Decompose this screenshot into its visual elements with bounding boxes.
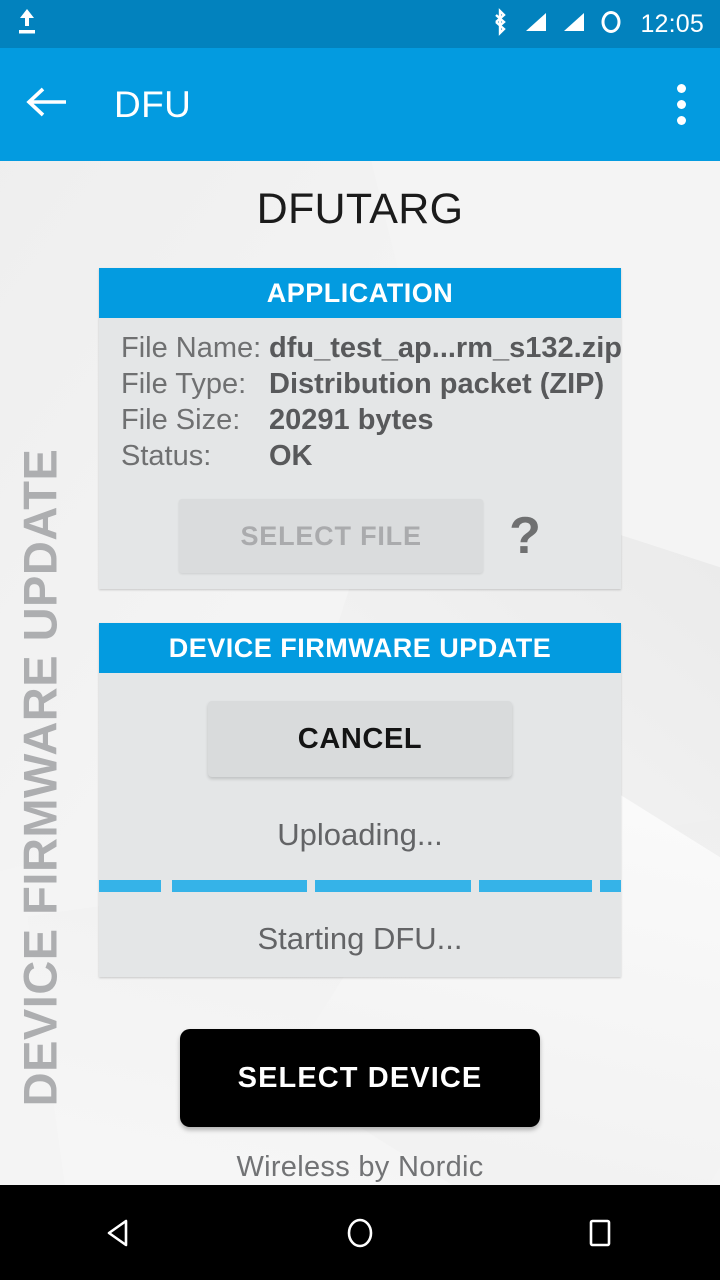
application-card-body: File Name: dfu_test_ap...rm_s132.zip Fil… <box>99 318 622 589</box>
progress-segment <box>99 880 161 892</box>
page-title: DFUTARG <box>256 185 464 233</box>
signal-icon-1 <box>522 7 548 42</box>
file-info-list: File Name: dfu_test_ap...rm_s132.zip Fil… <box>99 332 622 473</box>
cancel-row: CANCEL <box>99 701 621 777</box>
help-icon[interactable]: ? <box>509 510 541 562</box>
dfu-status-text: Starting DFU... <box>257 921 463 956</box>
file-info-row: File Type: Distribution packet (ZIP) <box>121 368 604 401</box>
status-bar-clock: 12:05 <box>640 9 704 38</box>
file-info-row: File Name: dfu_test_ap...rm_s132.zip <box>121 332 622 365</box>
progress-gap <box>592 880 600 892</box>
home-nav-icon[interactable] <box>300 1185 420 1280</box>
cancel-button[interactable]: CANCEL <box>208 701 512 777</box>
application-card: APPLICATION File Name: dfu_test_ap...rm_… <box>99 268 622 589</box>
battery-icon <box>598 7 624 42</box>
upload-status-text: Uploading... <box>277 817 443 852</box>
overflow-menu-icon[interactable] <box>667 76 696 133</box>
progress-gap <box>307 880 315 892</box>
select-device-button[interactable]: SELECT DEVICE <box>180 1029 540 1127</box>
dfu-card-header: DEVICE FIRMWARE UPDATE <box>99 623 621 673</box>
toolbar-title: DFU <box>114 83 192 125</box>
select-file-button[interactable]: SELECT FILE <box>179 499 484 573</box>
file-status-value: OK <box>269 440 313 472</box>
select-file-row: SELECT FILE ? <box>99 499 621 573</box>
progress-segment <box>172 880 307 892</box>
dfu-card: DEVICE FIRMWARE UPDATE CANCEL Uploading.… <box>99 623 621 977</box>
progress-gap <box>471 880 479 892</box>
status-bar-left-icons <box>16 7 38 42</box>
app-screen: 12:05 DFU DEVICE FIRMWARE UPDATE DFUTARG… <box>0 0 720 1280</box>
file-size-value: 20291 bytes <box>269 404 434 436</box>
dfu-card-body: CANCEL Uploading... Starting DFU... <box>99 673 621 977</box>
file-size-label: File Size: <box>121 404 241 436</box>
footer-text: Wireless by Nordic <box>236 1151 484 1183</box>
file-info-row: File Size: 20291 bytes <box>121 404 599 437</box>
back-arrow-icon[interactable] <box>24 85 68 124</box>
application-card-header: APPLICATION <box>99 268 621 318</box>
recents-nav-icon[interactable] <box>540 1185 660 1280</box>
app-toolbar: DFU <box>0 48 720 161</box>
upload-icon <box>16 7 38 42</box>
upload-progress-bar <box>99 877 621 895</box>
progress-segment <box>479 880 592 892</box>
progress-segment <box>600 880 621 892</box>
select-device-row: SELECT DEVICE <box>0 1029 720 1127</box>
back-nav-icon[interactable] <box>60 1185 180 1280</box>
file-type-value: Distribution packet (ZIP) <box>269 368 605 400</box>
status-bar-right-icons: 12:05 <box>490 7 704 42</box>
status-bar: 12:05 <box>0 0 720 48</box>
android-nav-bar <box>0 1185 720 1280</box>
file-info-row: Status: OK <box>121 440 599 473</box>
file-type-label: File Type: <box>121 368 247 400</box>
bluetooth-icon <box>490 7 510 42</box>
main-content: DFUTARG APPLICATION File Name: dfu_test_… <box>0 161 720 1185</box>
file-name-value: dfu_test_ap...rm_s132.zip <box>269 332 622 364</box>
file-status-label: Status: <box>121 440 212 472</box>
progress-gap <box>161 880 172 892</box>
progress-segment <box>315 880 471 892</box>
file-name-label: File Name: <box>121 332 262 364</box>
signal-icon-2 <box>560 7 586 42</box>
